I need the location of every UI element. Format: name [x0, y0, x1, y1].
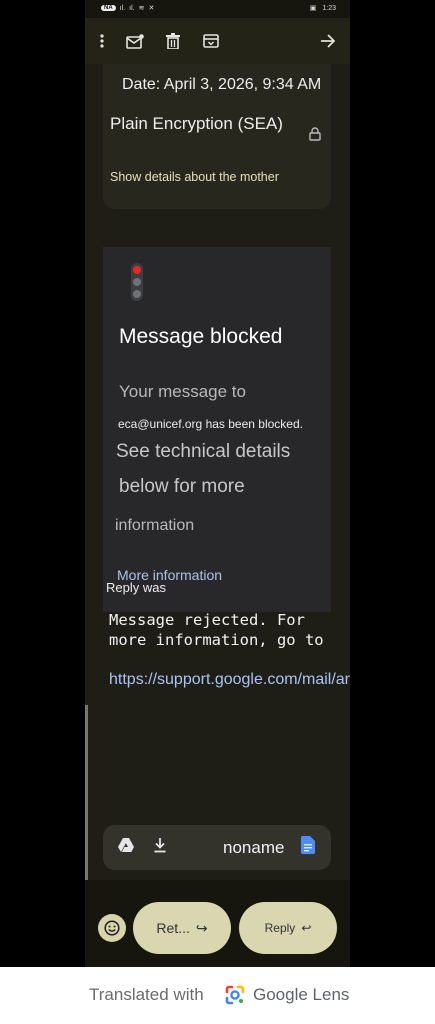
blocked-text-line: information: [115, 517, 195, 534]
google-lens-logo-icon: [224, 984, 246, 1006]
forward-arrow-icon[interactable]: [315, 28, 341, 54]
date-line: Date: April 3, 2026, 9:34 AM: [122, 76, 322, 93]
reply-label: Reply: [264, 921, 296, 935]
mark-unread-icon[interactable]: [122, 28, 148, 54]
screen-record-icon: ▣: [309, 5, 317, 12]
encryption-label: Plain Encryption (SEA): [110, 114, 283, 133]
email-content: Date: April 3, 2026, 9:34 AM Plain Encry…: [85, 64, 350, 880]
clock: 1:23: [322, 4, 336, 12]
support-link[interactable]: https://support.google.com/mail/answer/6…: [109, 670, 350, 690]
show-details-link[interactable]: Show details about the mother: [110, 170, 279, 184]
blocked-text-line: below for more: [119, 476, 245, 497]
reply-actions-bar: Ret... ↪ Reply ↩: [85, 880, 350, 967]
email-toolbar: [85, 18, 350, 64]
delete-icon[interactable]: [160, 28, 186, 54]
blocked-title: Message blocked: [119, 325, 283, 348]
blocked-text-line: eca@unicef.org has been blocked.: [118, 417, 303, 431]
forward-icon: ↪: [195, 919, 208, 936]
emoji-reaction-button[interactable]: [98, 914, 126, 942]
scrollbar[interactable]: [85, 705, 88, 880]
traffic-light-icon: [131, 263, 143, 301]
signal2-icon: ıl.: [129, 4, 135, 12]
google-lens-brand: Google Lens: [253, 985, 350, 1004]
blocked-text-line: Your message to: [119, 382, 246, 401]
reply-was-label: Reply was: [106, 580, 166, 595]
attachment-chip[interactable]: noname: [103, 825, 331, 870]
more-vert-icon[interactable]: [89, 28, 115, 54]
reply-button[interactable]: Reply ↩: [239, 902, 337, 954]
retry-forward-button[interactable]: Ret... ↪: [133, 902, 231, 954]
download-icon[interactable]: [153, 837, 173, 857]
archive-icon[interactable]: [198, 28, 224, 54]
message-details-card: Date: April 3, 2026, 9:34 AM Plain Encry…: [103, 64, 331, 209]
drive-icon[interactable]: [117, 837, 137, 857]
mute-icon: ✕: [148, 5, 155, 12]
document-file-icon: [301, 836, 321, 856]
retry-label: Ret...: [156, 920, 190, 936]
attachment-name: noname: [223, 838, 285, 857]
wifi-icon: ≋: [138, 5, 145, 12]
status-bar: NA ıl. ıl. ≋ ✕ ▣ 1:23: [85, 0, 350, 18]
lock-icon: [309, 127, 323, 141]
reply-icon: ↩: [301, 921, 312, 935]
message-blocked-card: Message blocked Your message to eca@unic…: [103, 247, 331, 612]
google-lens-banner: Translated with Google Lens: [0, 967, 435, 1024]
rejection-message: Message rejected. For more information, …: [109, 611, 324, 649]
translated-with-label: Translated with: [89, 985, 204, 1004]
signal-icon: ıl.: [119, 4, 126, 12]
blocked-text-line: See technical details: [116, 441, 291, 462]
phone-screen: NA ıl. ıl. ≋ ✕ ▣ 1:23 Date: April 3, 202…: [85, 0, 350, 967]
status-badge: NA: [101, 5, 116, 11]
